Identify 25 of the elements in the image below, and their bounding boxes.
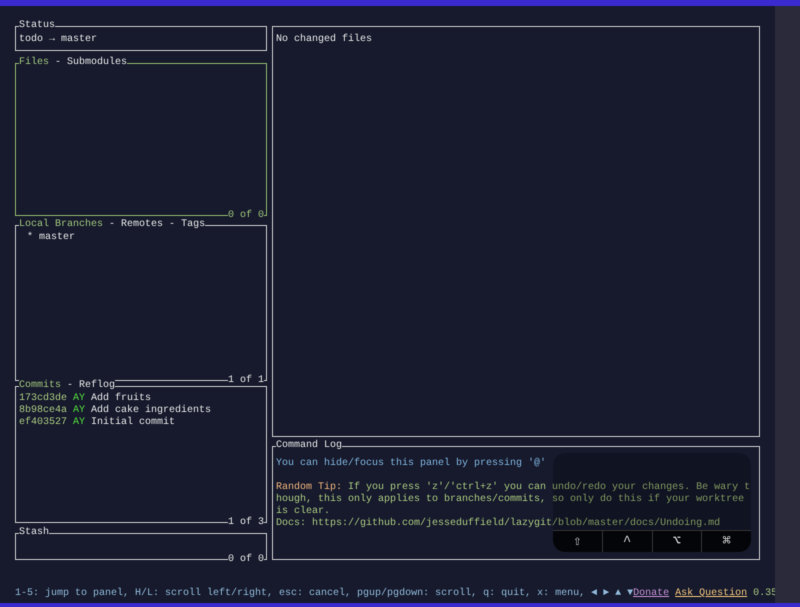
commit-author: AY: [73, 393, 86, 405]
random-tip-text: Random Tip: If you press 'z'/'ctrl+z' you can undo/redo your changes. Be wary though, this only applies to branches/commits, so only do this if your worktree is clear.: [276, 482, 752, 518]
modifier-key: ⇧: [553, 531, 602, 552]
commit-hash: ef403527: [19, 417, 68, 429]
commit-message[interactable]: Add fruits: [91, 393, 152, 405]
panel-tab[interactable]: Tags: [181, 219, 206, 231]
modifier-key: ⌘: [701, 531, 751, 552]
main-text: No changed files: [276, 34, 374, 46]
keybindings-hint: 1-5: jump to panel, H/L: scroll left/right, esc: cancel, pgup/pgdown: scroll, q: quit, x: menu, ◄ ► ▲ ▼: [15, 588, 634, 600]
status-text: todo → master: [19, 34, 98, 46]
modifier-key: ⌥: [652, 531, 702, 552]
panel-tab[interactable]: Reflog: [79, 380, 116, 392]
ask-question-link[interactable]: Ask Question: [675, 588, 748, 600]
commit-hash: 173cd3de: [19, 393, 68, 404]
modifier-key: ^: [602, 531, 652, 552]
branch-item[interactable]: * master: [19, 232, 263, 244]
panel-title: Command Log: [276, 440, 342, 452]
commit-author: AY: [73, 405, 86, 417]
commit-message[interactable]: Initial commit: [91, 417, 176, 429]
log-info-text: You can hide/focus this panel by pressing '@': [276, 458, 548, 470]
docs-link-text: Docs: https://github.com/jesseduffield/lazygit/blob/master/docs/Undoing.md: [276, 518, 722, 530]
commit-message[interactable]: Add cake ingredients: [91, 405, 212, 417]
commit-author: AY: [73, 417, 86, 429]
donate-link[interactable]: Donate: [633, 588, 670, 600]
commit-hash: 8b98ce4a: [19, 405, 68, 416]
